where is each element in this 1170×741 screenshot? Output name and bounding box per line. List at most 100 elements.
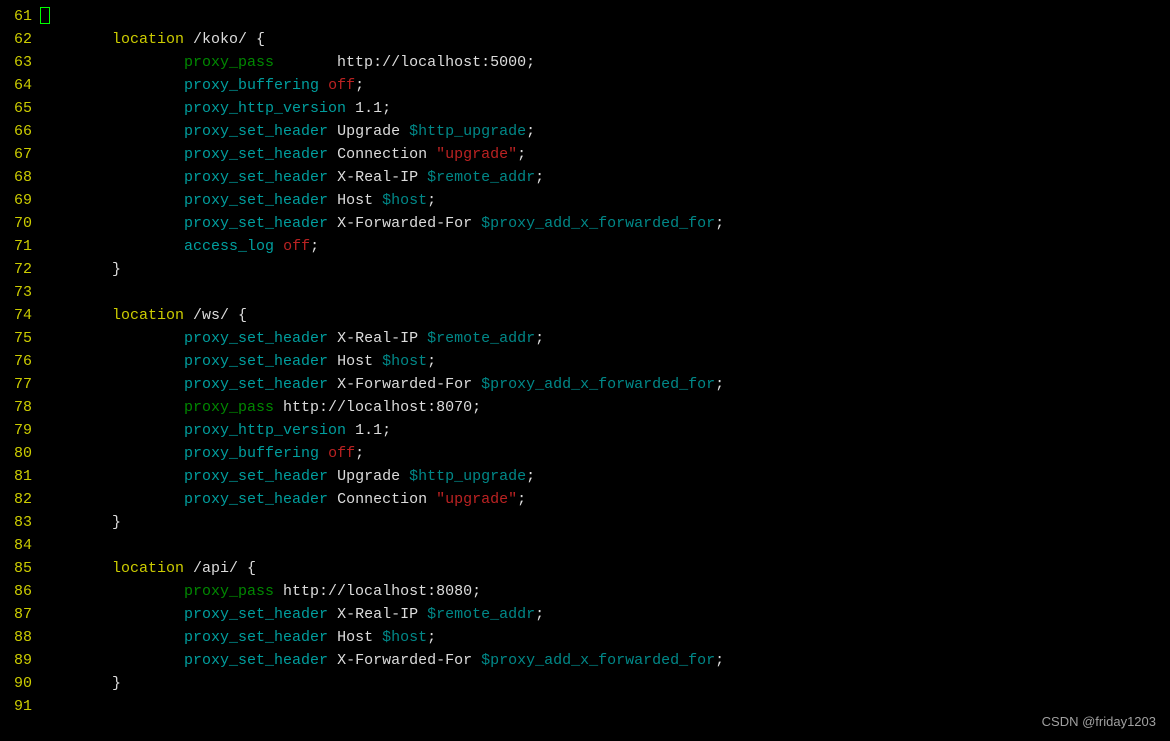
code-content[interactable]: proxy_set_header Connection "upgrade";: [40, 143, 1170, 166]
token-pl: /ws/ {: [184, 307, 247, 324]
code-line[interactable]: 87 proxy_set_header X-Real-IP $remote_ad…: [0, 603, 1170, 626]
token-pl: ;: [715, 215, 724, 232]
code-content[interactable]: proxy_pass http://localhost:5000;: [40, 51, 1170, 74]
code-content[interactable]: [40, 534, 1170, 557]
token-dir: proxy_set_header: [184, 468, 328, 485]
token-var: $host: [382, 353, 427, 370]
code-line[interactable]: 76 proxy_set_header Host $host;: [0, 350, 1170, 373]
code-line[interactable]: 90 }: [0, 672, 1170, 695]
code-line[interactable]: 89 proxy_set_header X-Forwarded-For $pro…: [0, 649, 1170, 672]
code-content[interactable]: location /ws/ {: [40, 304, 1170, 327]
code-line[interactable]: 73: [0, 281, 1170, 304]
token-pl: [319, 77, 328, 94]
code-line[interactable]: 62 location /koko/ {: [0, 28, 1170, 51]
token-dir: proxy_http_version: [184, 100, 346, 117]
code-content[interactable]: proxy_set_header Upgrade $http_upgrade;: [40, 465, 1170, 488]
line-number: 78: [0, 396, 40, 419]
code-line[interactable]: 61: [0, 5, 1170, 28]
line-number: 66: [0, 120, 40, 143]
line-number: 76: [0, 350, 40, 373]
code-content[interactable]: }: [40, 672, 1170, 695]
code-line[interactable]: 78 proxy_pass http://localhost:8070;: [0, 396, 1170, 419]
token-pl: 1.1;: [346, 422, 391, 439]
token-str: off: [328, 77, 355, 94]
code-editor[interactable]: 6162 location /koko/ {63 proxy_pass http…: [0, 0, 1170, 718]
line-number: 71: [0, 235, 40, 258]
code-line[interactable]: 83 }: [0, 511, 1170, 534]
code-line[interactable]: 70 proxy_set_header X-Forwarded-For $pro…: [0, 212, 1170, 235]
line-number: 90: [0, 672, 40, 695]
code-line[interactable]: 82 proxy_set_header Connection "upgrade"…: [0, 488, 1170, 511]
code-line[interactable]: 63 proxy_pass http://localhost:5000;: [0, 51, 1170, 74]
code-content[interactable]: proxy_http_version 1.1;: [40, 97, 1170, 120]
code-content[interactable]: proxy_pass http://localhost:8070;: [40, 396, 1170, 419]
code-line[interactable]: 71 access_log off;: [0, 235, 1170, 258]
code-line[interactable]: 74 location /ws/ {: [0, 304, 1170, 327]
code-line[interactable]: 80 proxy_buffering off;: [0, 442, 1170, 465]
code-content[interactable]: }: [40, 258, 1170, 281]
line-number: 75: [0, 327, 40, 350]
code-content[interactable]: proxy_set_header Host $host;: [40, 350, 1170, 373]
code-content[interactable]: proxy_set_header X-Real-IP $remote_addr;: [40, 327, 1170, 350]
code-line[interactable]: 86 proxy_pass http://localhost:8080;: [0, 580, 1170, 603]
code-content[interactable]: proxy_set_header Host $host;: [40, 189, 1170, 212]
code-content[interactable]: location /koko/ {: [40, 28, 1170, 51]
line-number: 80: [0, 442, 40, 465]
token-pl: X-Forwarded-For: [328, 376, 481, 393]
token-str: off: [283, 238, 310, 255]
code-content[interactable]: }: [40, 511, 1170, 534]
code-line[interactable]: 65 proxy_http_version 1.1;: [0, 97, 1170, 120]
token-pl: ;: [535, 606, 544, 623]
code-line[interactable]: 68 proxy_set_header X-Real-IP $remote_ad…: [0, 166, 1170, 189]
code-line[interactable]: 64 proxy_buffering off;: [0, 74, 1170, 97]
line-number: 68: [0, 166, 40, 189]
token-var: $host: [382, 192, 427, 209]
line-number: 84: [0, 534, 40, 557]
code-content[interactable]: proxy_set_header Connection "upgrade";: [40, 488, 1170, 511]
code-content[interactable]: [40, 695, 1170, 718]
code-content[interactable]: [40, 281, 1170, 304]
code-content[interactable]: proxy_set_header Host $host;: [40, 626, 1170, 649]
code-content[interactable]: proxy_set_header Upgrade $http_upgrade;: [40, 120, 1170, 143]
line-number: 79: [0, 419, 40, 442]
code-line[interactable]: 69 proxy_set_header Host $host;: [0, 189, 1170, 212]
code-line[interactable]: 77 proxy_set_header X-Forwarded-For $pro…: [0, 373, 1170, 396]
code-content[interactable]: proxy_pass http://localhost:8080;: [40, 580, 1170, 603]
code-content[interactable]: proxy_set_header X-Forwarded-For $proxy_…: [40, 373, 1170, 396]
line-number: 63: [0, 51, 40, 74]
code-content[interactable]: proxy_http_version 1.1;: [40, 419, 1170, 442]
line-number: 77: [0, 373, 40, 396]
code-line[interactable]: 91: [0, 695, 1170, 718]
code-content[interactable]: location /api/ {: [40, 557, 1170, 580]
code-content[interactable]: proxy_set_header X-Real-IP $remote_addr;: [40, 166, 1170, 189]
code-content[interactable]: proxy_set_header X-Real-IP $remote_addr;: [40, 603, 1170, 626]
code-line[interactable]: 85 location /api/ {: [0, 557, 1170, 580]
code-content[interactable]: proxy_set_header X-Forwarded-For $proxy_…: [40, 212, 1170, 235]
code-content[interactable]: proxy_buffering off;: [40, 442, 1170, 465]
code-content[interactable]: proxy_set_header X-Forwarded-For $proxy_…: [40, 649, 1170, 672]
token-kw: location: [112, 560, 184, 577]
code-line[interactable]: 75 proxy_set_header X-Real-IP $remote_ad…: [0, 327, 1170, 350]
code-line[interactable]: 72 }: [0, 258, 1170, 281]
line-number: 83: [0, 511, 40, 534]
token-pl: ;: [535, 169, 544, 186]
code-content[interactable]: access_log off;: [40, 235, 1170, 258]
code-content[interactable]: proxy_buffering off;: [40, 74, 1170, 97]
code-line[interactable]: 88 proxy_set_header Host $host;: [0, 626, 1170, 649]
token-pl: ;: [517, 146, 526, 163]
code-line[interactable]: 79 proxy_http_version 1.1;: [0, 419, 1170, 442]
line-number: 72: [0, 258, 40, 281]
token-dir: proxy_set_header: [184, 353, 328, 370]
code-line[interactable]: 66 proxy_set_header Upgrade $http_upgrad…: [0, 120, 1170, 143]
line-number: 91: [0, 695, 40, 718]
code-content[interactable]: [40, 5, 1170, 28]
token-pl: Upgrade: [328, 123, 409, 140]
token-pl: ;: [427, 353, 436, 370]
line-number: 89: [0, 649, 40, 672]
code-line[interactable]: 81 proxy_set_header Upgrade $http_upgrad…: [0, 465, 1170, 488]
token-dir: proxy_http_version: [184, 422, 346, 439]
token-dir: proxy_set_header: [184, 606, 328, 623]
code-line[interactable]: 84: [0, 534, 1170, 557]
token-grn: proxy_pass: [184, 399, 274, 416]
code-line[interactable]: 67 proxy_set_header Connection "upgrade"…: [0, 143, 1170, 166]
